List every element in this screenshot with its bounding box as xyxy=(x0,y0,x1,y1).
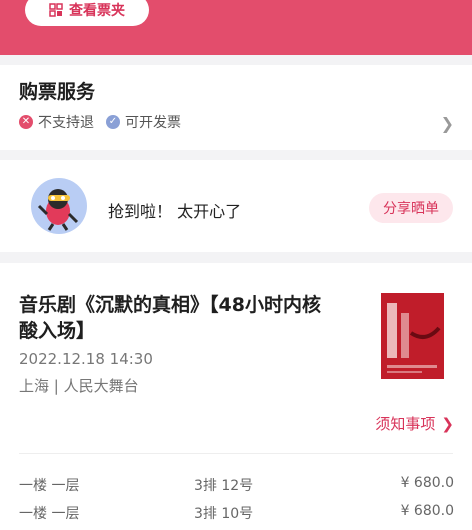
invoice-label: 可开发票 xyxy=(125,115,181,131)
view-tickets-button[interactable]: 查看票夹 xyxy=(25,0,149,26)
order-card: 音乐剧《沉默的真相》【48小时内核酸入场】 2022.12.18 14:30 上… xyxy=(0,263,472,530)
share-card: 抢到啦！ 太开心了 分享晒单 xyxy=(0,160,472,252)
purchase-service-card[interactable]: 购票服务 ✕ 不支持退 ✓ 可开发票 ❯ xyxy=(0,65,472,150)
top-banner: 查看票夹 xyxy=(0,0,472,55)
view-tickets-label: 查看票夹 xyxy=(69,3,125,19)
seat-floor: 一楼 一层 xyxy=(19,478,80,494)
mascot-avatar xyxy=(31,178,87,234)
seat-floor: 一楼 一层 xyxy=(19,506,80,522)
check-circle-icon: ✓ xyxy=(106,115,120,129)
divider xyxy=(19,453,453,454)
close-circle-icon: ✕ xyxy=(19,115,33,129)
show-title[interactable]: 音乐剧《沉默的真相》【48小时内核酸入场】 xyxy=(19,292,339,344)
no-refund-label: 不支持退 xyxy=(38,115,94,131)
seat-number: 3排 12号 xyxy=(194,478,254,494)
share-message: 抢到啦！ 太开心了 xyxy=(108,202,242,221)
service-title: 购票服务 xyxy=(19,81,96,103)
seat-price: ¥ 680.0 xyxy=(400,503,454,519)
show-datetime: 2022.12.18 14:30 xyxy=(19,350,153,368)
ticket-wallet-icon xyxy=(49,3,63,17)
chevron-right-icon[interactable]: ❯ xyxy=(441,114,454,133)
show-poster[interactable] xyxy=(381,293,444,379)
seat-number: 3排 10号 xyxy=(194,506,254,522)
show-venue: 上海 | 人民大舞台 xyxy=(19,377,139,395)
seat-price: ¥ 680.0 xyxy=(400,475,454,491)
notice-link[interactable]: 须知事项 ❯ xyxy=(375,413,454,434)
no-refund-tag: ✕ 不支持退 xyxy=(19,112,94,132)
service-tags: ✕ 不支持退 ✓ 可开发票 xyxy=(19,112,193,132)
chevron-right-icon: ❯ xyxy=(441,414,454,433)
seat-row: 一楼 一层 3排 12号 ¥ 680.0 xyxy=(19,475,454,497)
share-order-button[interactable]: 分享晒单 xyxy=(369,193,453,223)
invoice-tag: ✓ 可开发票 xyxy=(106,112,181,132)
notice-label: 须知事项 xyxy=(375,415,436,433)
seat-row: 一楼 一层 3排 10号 ¥ 680.0 xyxy=(19,503,454,525)
